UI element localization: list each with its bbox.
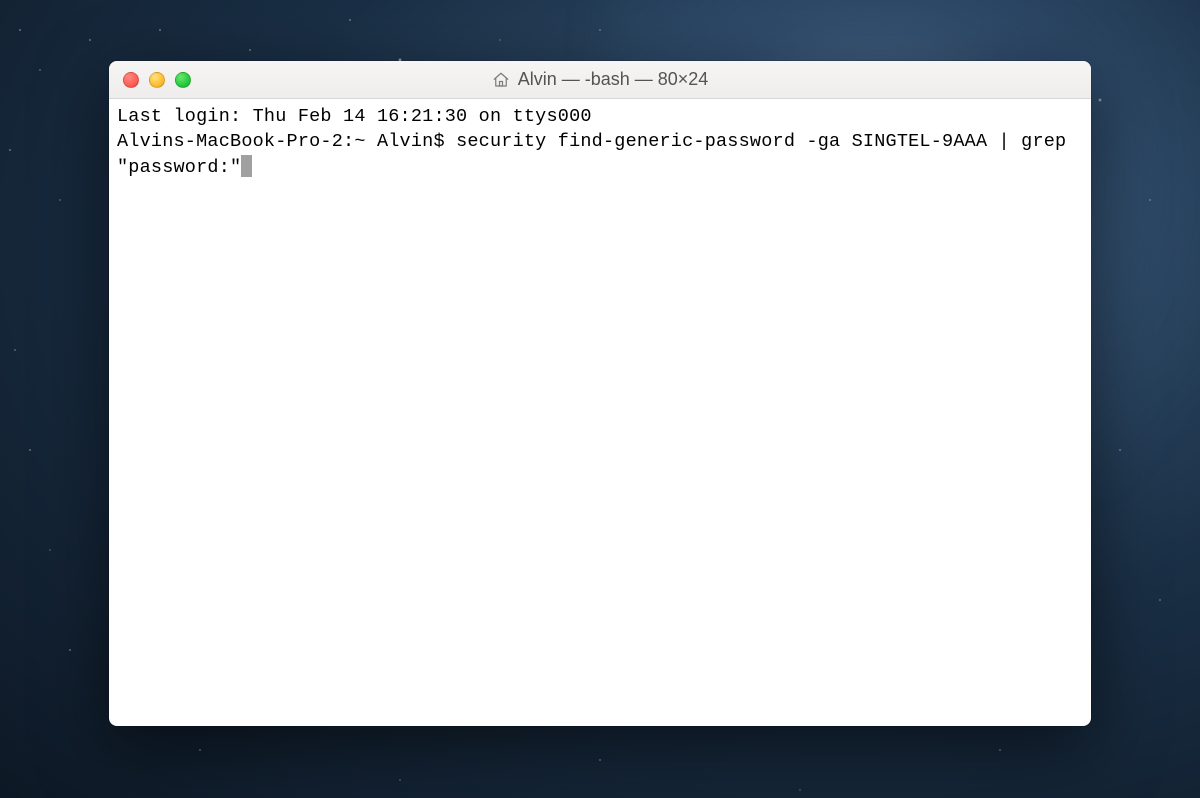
home-icon xyxy=(492,71,510,89)
window-titlebar[interactable]: Alvin — -bash — 80×24 xyxy=(109,61,1091,99)
window-title-text: Alvin — -bash — 80×24 xyxy=(518,69,709,90)
zoom-button[interactable] xyxy=(175,72,191,88)
close-button[interactable] xyxy=(123,72,139,88)
terminal-body[interactable]: Last login: Thu Feb 14 16:21:30 on ttys0… xyxy=(109,99,1091,726)
last-login-line: Last login: Thu Feb 14 16:21:30 on ttys0… xyxy=(117,106,592,127)
traffic-lights xyxy=(123,72,191,88)
minimize-button[interactable] xyxy=(149,72,165,88)
window-title: Alvin — -bash — 80×24 xyxy=(109,69,1091,90)
shell-prompt: Alvins-MacBook-Pro-2:~ Alvin$ xyxy=(117,131,456,152)
terminal-window: Alvin — -bash — 80×24 Last login: Thu Fe… xyxy=(109,61,1091,726)
text-cursor xyxy=(241,155,252,177)
